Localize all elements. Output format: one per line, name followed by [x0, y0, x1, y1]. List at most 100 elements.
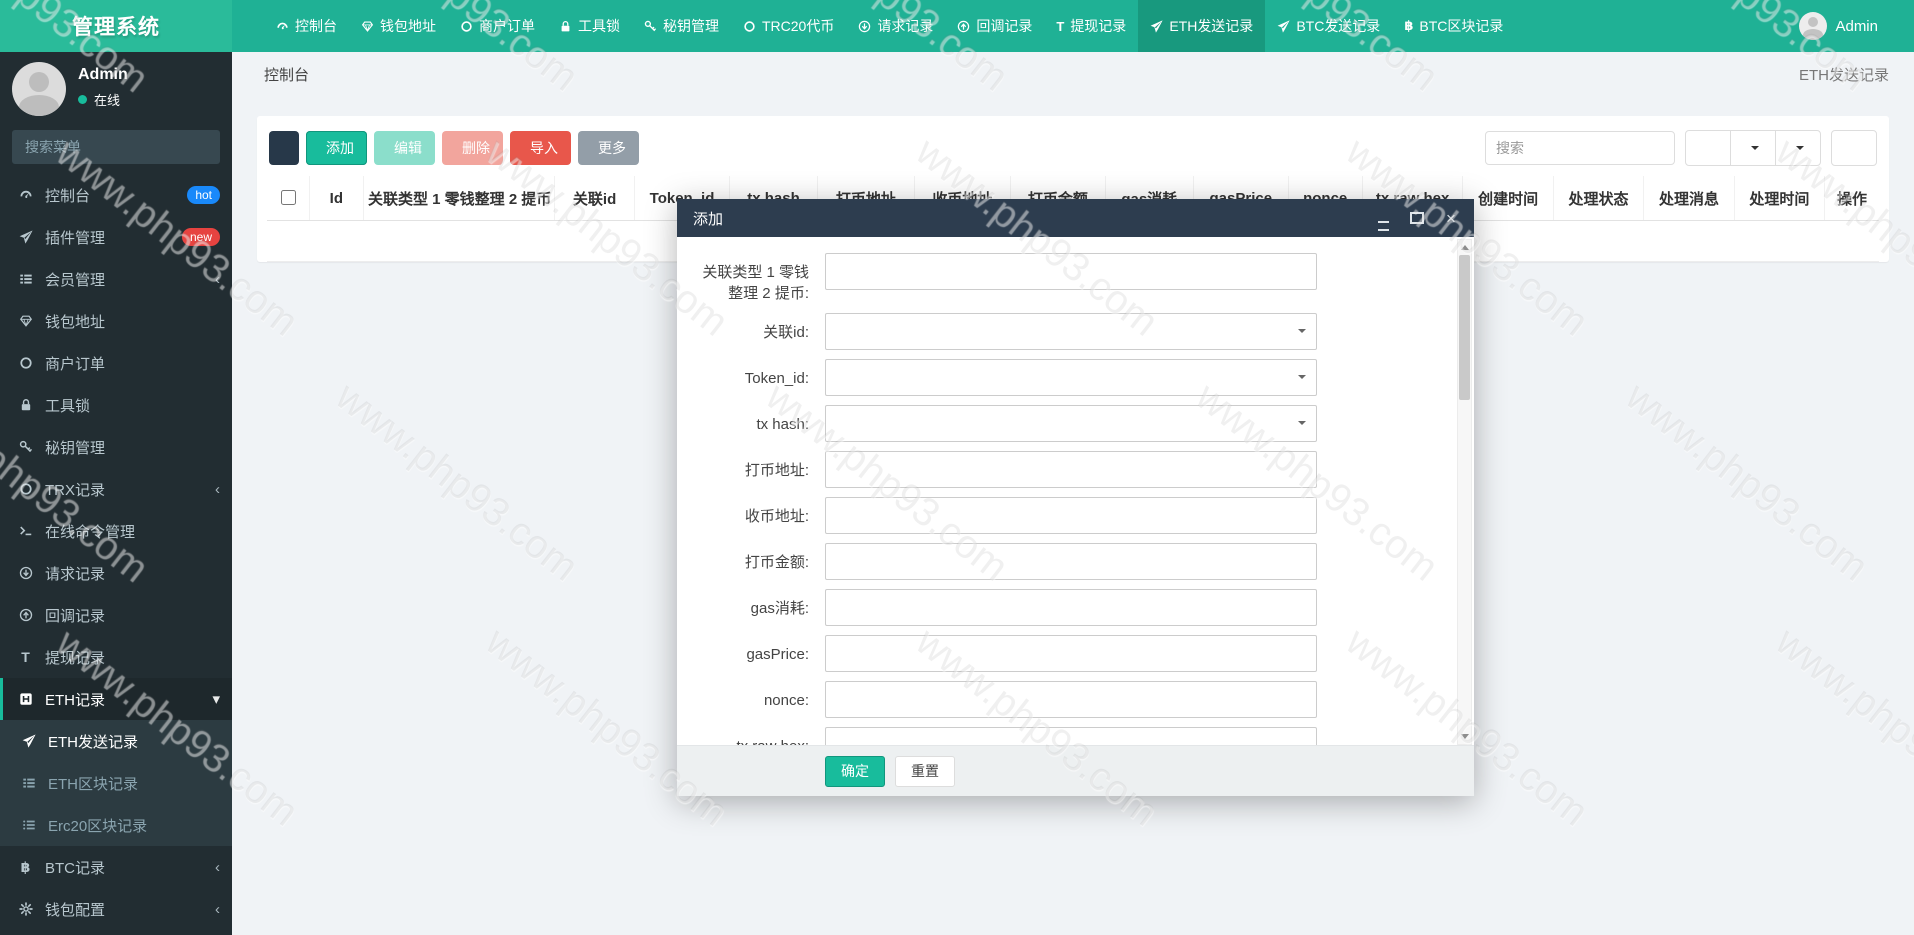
select-all-cell	[267, 176, 310, 221]
menu-search-input[interactable]	[12, 130, 220, 164]
settings-button[interactable]	[1888, 0, 1914, 52]
more-button[interactable]: 更多	[578, 131, 639, 165]
ok-button[interactable]: 确定	[825, 755, 885, 787]
navbar-right: Admin	[1685, 0, 1914, 52]
text-value[interactable]	[825, 543, 1317, 580]
user-status: 在线	[78, 90, 128, 109]
sidebar-item-14[interactable]: 钱包配置 ‹	[0, 888, 232, 930]
sidebar-item-5[interactable]: 工具锁	[0, 384, 232, 426]
text-value[interactable]	[825, 681, 1317, 718]
sidebar-item-8[interactable]: 在线命令管理	[0, 510, 232, 552]
dialog-scrollbar[interactable]	[1457, 239, 1472, 745]
chevron-left-icon: ‹	[215, 480, 220, 498]
sidebar-item-label: 控制台	[45, 187, 91, 205]
form-row-1: 关联id:	[689, 313, 1418, 350]
user-menu[interactable]: Admin	[1789, 0, 1888, 52]
dialog-footer: 确定 重置	[677, 745, 1474, 796]
breadcrumb-home[interactable]: 控制台	[257, 64, 309, 85]
nav-item-4[interactable]: 秘钥管理	[632, 0, 731, 52]
columns-button[interactable]	[1730, 130, 1776, 166]
column-header-0: Id	[308, 176, 364, 221]
arrow-down-circle-icon	[16, 566, 35, 580]
refresh-button[interactable]	[269, 131, 299, 165]
import-button[interactable]: 导入	[510, 131, 571, 165]
delete-button[interactable]: 删除	[442, 131, 503, 165]
sidebar-item-13[interactable]: ฿ BTC记录 ‹	[0, 846, 232, 888]
add-button[interactable]: 添加	[306, 131, 367, 165]
reset-button[interactable]: 重置	[895, 755, 955, 787]
field-label: Token_id:	[744, 370, 809, 387]
close-button[interactable]: ×	[1444, 210, 1458, 227]
search-toggle-button[interactable]	[1831, 130, 1877, 166]
text-value[interactable]	[825, 253, 1317, 290]
dialog-titlebar[interactable]: 添加 ×	[677, 199, 1474, 237]
nav-item-10[interactable]: BTC发送记录	[1265, 0, 1392, 52]
sidebar-subitem-0[interactable]: ETH发送记录	[0, 720, 232, 762]
text-value[interactable]	[825, 635, 1317, 672]
nav-item-5[interactable]: TRC20代币	[731, 0, 846, 52]
list-icon	[19, 776, 38, 790]
sidebar-item-9[interactable]: 请求记录	[0, 552, 232, 594]
select-value[interactable]	[825, 405, 1317, 442]
nav-item-label: TRC20代币	[762, 18, 835, 34]
nav-item-3[interactable]: 工具锁	[547, 0, 632, 52]
sidebar-item-1[interactable]: 插件管理 new	[0, 216, 232, 258]
send-icon	[19, 734, 38, 748]
sidebar-subitem-2[interactable]: Erc20区块记录	[0, 804, 232, 846]
nav-item-0[interactable]: 控制台	[264, 0, 349, 52]
paging-toggle-button[interactable]	[1685, 130, 1731, 166]
clear-cache-button[interactable]	[1711, 0, 1737, 52]
sidebar-item-10[interactable]: 回调记录	[0, 594, 232, 636]
nav-item-1[interactable]: 钱包地址	[349, 0, 448, 52]
wallet-icon	[16, 314, 35, 328]
sidebar-item-6[interactable]: 秘钥管理	[0, 426, 232, 468]
sidebar-item-label: 在线命令管理	[45, 523, 136, 541]
nav-item-9[interactable]: ETH发送记录	[1138, 0, 1266, 52]
sidebar-item-7[interactable]: TRX记录 ‹	[0, 468, 232, 510]
nav-item-8[interactable]: T 提现记录	[1044, 0, 1138, 52]
field-label: 关联id:	[763, 324, 809, 341]
sidebar-item-label: 商户订单	[45, 355, 106, 373]
circle-icon	[743, 20, 756, 33]
nav-item-7[interactable]: 回调记录	[945, 0, 1044, 52]
sidebar-item-0[interactable]: 控制台 hot	[0, 174, 232, 216]
nav-item-6[interactable]: 请求记录	[846, 0, 945, 52]
sidebar-user-panel: Admin 在线	[0, 52, 232, 122]
scroll-up-icon[interactable]	[1458, 240, 1471, 254]
nav-item-2[interactable]: 商户订单	[448, 0, 547, 52]
check-update-button[interactable]	[1737, 0, 1763, 52]
sidebar-item-3[interactable]: 钱包地址	[0, 300, 232, 342]
fullscreen-button[interactable]	[1763, 0, 1789, 52]
nav-item-11[interactable]: ฿ BTC区块记录	[1392, 0, 1515, 52]
text-value[interactable]	[825, 589, 1317, 626]
export-button[interactable]	[1775, 130, 1821, 166]
sidebar-item-12[interactable]: ETH记录 ▾	[0, 678, 232, 720]
maximize-button[interactable]	[1410, 211, 1424, 225]
online-status-label: 在线	[94, 93, 121, 108]
add-dialog: 添加 × 关联类型 1 零钱整理 2 提币: 关联id: Token_id: tx h…	[677, 199, 1474, 796]
sidebar-item-2[interactable]: 会员管理 ‹	[0, 258, 232, 300]
sidebar-subitem-1[interactable]: ETH区块记录	[0, 762, 232, 804]
select-value[interactable]	[825, 313, 1317, 350]
table-search-input[interactable]	[1485, 131, 1675, 165]
select-value[interactable]	[825, 359, 1317, 396]
eth-icon	[16, 692, 35, 706]
text-value[interactable]	[825, 497, 1317, 534]
home-button[interactable]	[1685, 0, 1711, 52]
sidebar-item-4[interactable]: 商户订单	[0, 342, 232, 384]
sidebar-item-11[interactable]: T 提现记录	[0, 636, 232, 678]
sidebar: Admin 在线 控制台 hot 插件管理 new 会员管理 ‹ 钱包地址商户订单工具锁秘钥…	[0, 52, 232, 935]
text-value[interactable]	[825, 451, 1317, 488]
scrollbar-thumb[interactable]	[1459, 255, 1470, 400]
sidebar-toggle[interactable]	[232, 0, 264, 52]
text-value[interactable]	[825, 727, 1317, 745]
field-label: 关联类型 1 零钱整理 2 提币:	[702, 264, 809, 302]
field-input	[825, 543, 1317, 580]
nav-item-label: 工具锁	[578, 18, 620, 34]
scroll-down-icon[interactable]	[1458, 730, 1471, 744]
select-all-checkbox[interactable]	[280, 190, 296, 205]
field-label: gasPrice:	[746, 646, 809, 663]
minimize-button[interactable]	[1376, 211, 1390, 231]
breadcrumb-current: ETH发送记录	[1798, 66, 1889, 84]
edit-button[interactable]: 编辑	[374, 131, 435, 165]
